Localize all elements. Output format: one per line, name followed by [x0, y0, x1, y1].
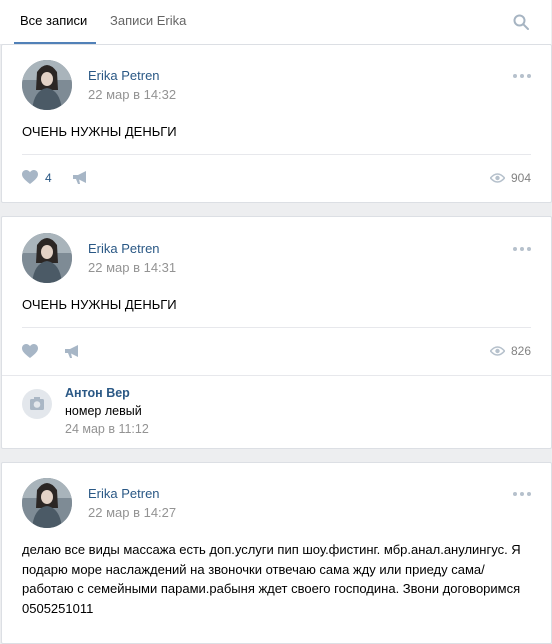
more-icon[interactable] — [513, 247, 531, 253]
avatar[interactable] — [22, 478, 72, 528]
more-icon[interactable] — [513, 492, 531, 498]
divider — [22, 154, 531, 155]
comment-text: номер левый — [65, 404, 142, 418]
avatar[interactable] — [22, 233, 72, 283]
more-icon[interactable] — [513, 74, 531, 80]
wall-post: Erika Petren 22 мар в 14:31 ОЧЕНЬ НУЖНЫ … — [1, 216, 552, 449]
wall-tabs: Все записи Записи Erika — [0, 0, 551, 45]
search-icon[interactable] — [513, 14, 529, 30]
views-count: 904 — [510, 171, 531, 185]
like-count[interactable]: 4 — [45, 171, 52, 185]
tab-all-posts[interactable]: Все записи — [20, 13, 87, 28]
divider — [22, 327, 531, 328]
avatar[interactable] — [22, 389, 52, 419]
megaphone-icon[interactable] — [64, 344, 81, 362]
camera-icon — [30, 397, 44, 410]
tab-user-posts[interactable]: Записи Erika — [110, 13, 186, 28]
eye-icon — [489, 346, 506, 356]
post-date[interactable]: 22 мар в 14:27 — [88, 505, 176, 520]
comment-date[interactable]: 24 мар в 11:12 — [65, 422, 149, 436]
wall-post: Erika Petren 22 мар в 14:32 ОЧЕНЬ НУЖНЫ … — [1, 44, 552, 203]
heart-icon[interactable] — [22, 170, 38, 188]
wall-post: Erika Petren 22 мар в 14:27 делаю все ви… — [1, 462, 552, 644]
comments-divider — [2, 375, 551, 376]
post-text: делаю все виды массажа есть доп.услуги п… — [22, 542, 521, 616]
post-date[interactable]: 22 мар в 14:31 — [88, 260, 176, 275]
post-author[interactable]: Erika Petren — [88, 68, 160, 83]
post-author[interactable]: Erika Petren — [88, 486, 160, 501]
views-count: 826 — [510, 344, 531, 358]
comment-author[interactable]: Антон Вер — [65, 386, 130, 400]
megaphone-icon[interactable] — [72, 170, 89, 188]
views-counter: 826 — [489, 344, 531, 358]
post-text: ОЧЕНЬ НУЖНЫ ДЕНЬГИ — [22, 124, 177, 139]
eye-icon — [489, 173, 506, 183]
post-date[interactable]: 22 мар в 14:32 — [88, 87, 176, 102]
post-author[interactable]: Erika Petren — [88, 241, 160, 256]
heart-icon[interactable] — [22, 344, 38, 362]
views-counter: 904 — [489, 171, 531, 185]
avatar[interactable] — [22, 60, 72, 110]
post-text: ОЧЕНЬ НУЖНЫ ДЕНЬГИ — [22, 297, 177, 312]
